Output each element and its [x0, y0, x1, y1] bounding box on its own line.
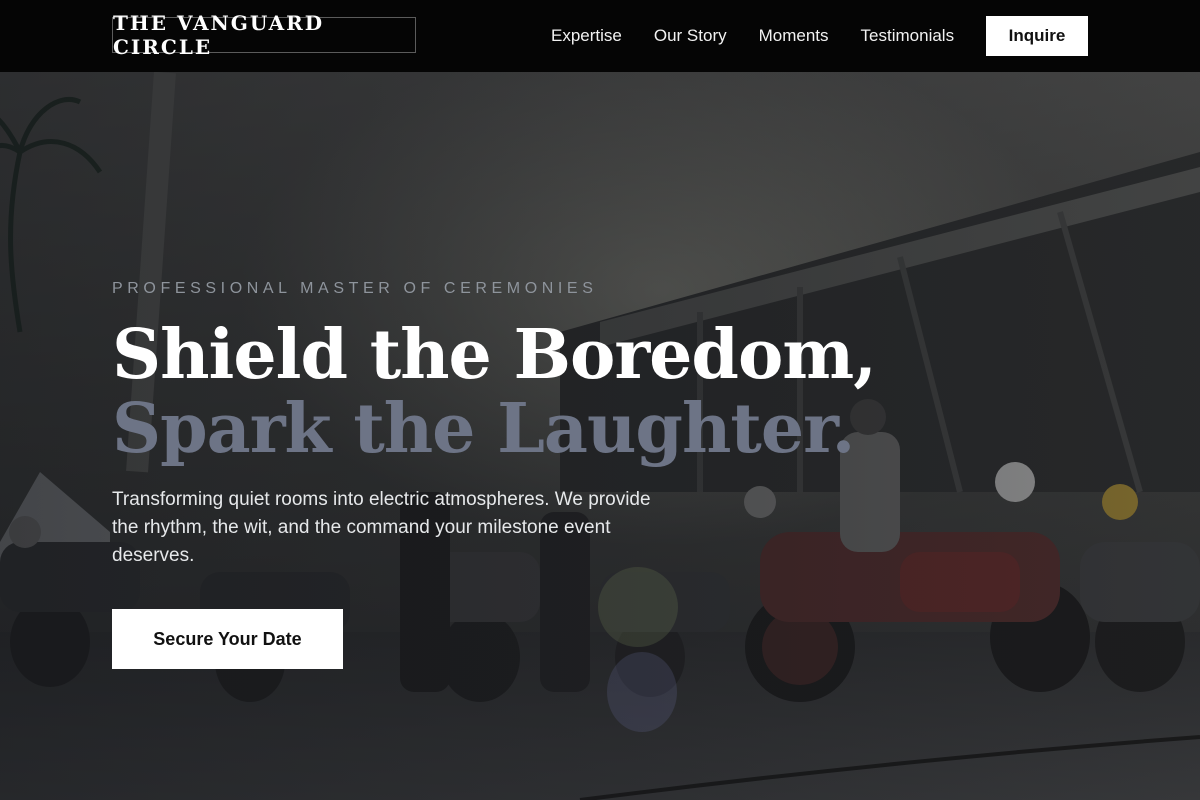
nav-link-testimonials[interactable]: Testimonials — [861, 26, 955, 46]
inquire-button[interactable]: Inquire — [986, 16, 1088, 56]
brand-logo[interactable]: THE VANGUARD CIRCLE — [112, 11, 416, 59]
hero-subtext: Transforming quiet rooms into electric a… — [112, 489, 651, 566]
secure-your-date-button[interactable]: Secure Your Date — [112, 609, 343, 669]
hero-eyebrow: PROFESSIONAL MASTER OF CEREMONIES — [112, 280, 598, 297]
hero-headline-line2: Spark the Laughter. — [112, 389, 855, 469]
hero-headline-line1: Shield the Boredom, — [112, 315, 877, 395]
nav-link-our-story[interactable]: Our Story — [654, 26, 727, 46]
top-navbar: THE VANGUARD CIRCLE Expertise Our Story … — [0, 0, 1200, 72]
nav-link-expertise[interactable]: Expertise — [551, 26, 622, 46]
nav-link-moments[interactable]: Moments — [759, 26, 829, 46]
nav-links: Expertise Our Story Moments Testimonials — [535, 0, 970, 72]
